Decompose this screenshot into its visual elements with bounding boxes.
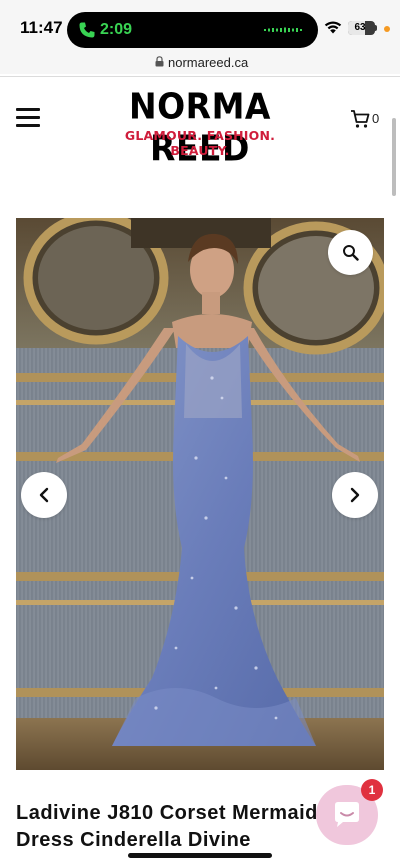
lock-icon — [155, 56, 164, 67]
product-title: Ladivine J810 Corset Mermaid Dress Cinde… — [16, 800, 316, 854]
call-timer: 2:09 — [100, 21, 133, 38]
chat-icon — [335, 802, 359, 827]
search-icon — [343, 245, 359, 261]
cart-icon — [351, 110, 370, 128]
zoom-button[interactable] — [328, 230, 373, 275]
cart-count: 0 — [372, 111, 380, 126]
privacy-indicator-dot — [384, 26, 390, 32]
battery-tip — [375, 25, 377, 31]
product-photo — [16, 218, 384, 770]
audio-wave-icon — [264, 27, 302, 33]
url-text[interactable]: normareed.ca — [168, 55, 248, 70]
site-logo-tagline: GLAMOUR. FASHION. BEAUTY. — [124, 128, 276, 158]
chevron-left-icon — [39, 487, 49, 503]
wifi-icon — [324, 21, 342, 34]
product-title-line-2: Dress Cinderella Divine — [16, 829, 251, 851]
battery-indicator: 63 — [348, 21, 375, 35]
previous-image-button[interactable] — [21, 472, 67, 518]
cart-button[interactable]: 0 — [350, 109, 386, 129]
phone-icon — [79, 22, 95, 38]
home-indicator[interactable] — [128, 853, 272, 858]
product-title-line-1: Ladivine J810 Corset Mermaid — [16, 802, 316, 824]
active-call-pill[interactable]: 2:09 — [67, 12, 318, 48]
chevron-right-icon — [350, 487, 360, 503]
battery-level: 63 — [354, 22, 366, 33]
page-scrollbar[interactable] — [392, 118, 396, 196]
chat-unread-badge: 1 — [361, 779, 383, 801]
next-image-button[interactable] — [332, 472, 378, 518]
hamburger-menu-icon[interactable] — [16, 108, 40, 128]
url-divider — [0, 76, 400, 77]
browser-url-bar[interactable]: normareed.ca — [0, 52, 400, 74]
status-time: 11:47 — [20, 18, 63, 37]
product-image[interactable] — [16, 218, 384, 770]
status-bar: 11:47 2:09 63 — [0, 0, 400, 52]
